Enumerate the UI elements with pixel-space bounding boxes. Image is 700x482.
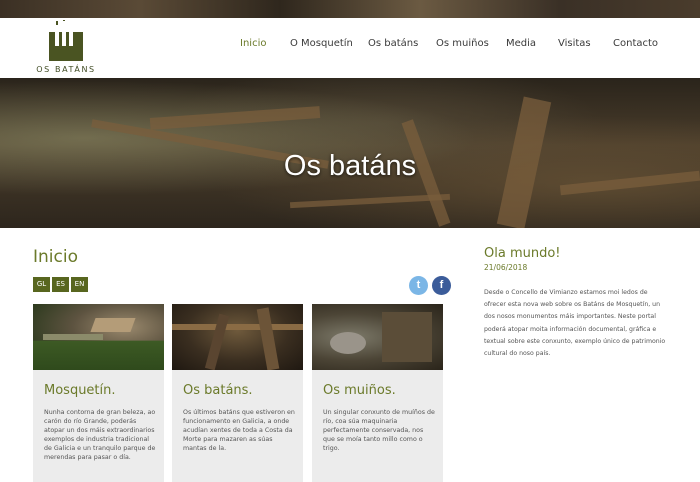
card-image-beam (172, 324, 303, 330)
card-text: Os últimos batáns que estiveron en funci… (183, 409, 295, 452)
page-title: Inicio (33, 247, 78, 267)
lang-button-en[interactable]: EN (71, 277, 88, 292)
lang-button-gl[interactable]: GL (33, 277, 50, 292)
card-text: Nunha contorna de gran beleza, ao carón … (44, 409, 156, 461)
card-title[interactable]: Os batáns. (183, 383, 253, 398)
nav-item-visitas[interactable]: Visitas (558, 38, 591, 49)
sidebar-post-date: 21/06/2018 (484, 263, 528, 272)
card-title[interactable]: Mosquetín. (44, 383, 116, 398)
hero-banner: Os batáns (0, 78, 700, 228)
card-image-millstone (330, 332, 366, 354)
card-image-wall (43, 334, 103, 340)
nav-item-inicio[interactable]: Inicio (240, 38, 266, 49)
nav-item-media[interactable]: Media (506, 38, 536, 49)
card-title[interactable]: Os muiños. (323, 383, 396, 398)
card-text: Un singular conxunto de muíños de río, c… (323, 409, 435, 452)
nav-item-os-batans[interactable]: Os batáns (368, 38, 418, 49)
site-header: OS BATÁNS Inicio O Mosquetín Os batáns O… (0, 18, 700, 78)
facebook-icon[interactable]: f (432, 276, 451, 295)
main-nav: Inicio O Mosquetín Os batáns Os muiños M… (0, 38, 700, 52)
nav-item-contacto[interactable]: Contacto (613, 38, 658, 49)
sidebar-post-text: Desde o Concello de Vimianzo estamos moi… (484, 289, 666, 358)
language-switcher: GL ES EN (33, 277, 90, 295)
card-mosquetin[interactable]: Mosquetín. Nunha contorna de gran beleza… (33, 304, 164, 482)
hero-beam (149, 106, 321, 130)
nav-item-o-mosquetin[interactable]: O Mosquetín (290, 38, 353, 49)
logo-text: OS BATÁNS (36, 65, 96, 74)
hero-beam (289, 193, 451, 209)
sidebar-post-title[interactable]: Ola mundo! (484, 246, 561, 261)
card-os-batans[interactable]: Os batáns. Os últimos batáns que estiver… (172, 304, 303, 482)
lang-button-es[interactable]: ES (52, 277, 69, 292)
nav-item-os-muinos[interactable]: Os muiños (436, 38, 489, 49)
card-image-wall (382, 312, 432, 362)
top-image-strip (0, 0, 700, 18)
hero-title: Os batáns (283, 150, 417, 182)
card-image[interactable] (172, 304, 303, 370)
twitter-icon[interactable]: t (409, 276, 428, 295)
card-image-beam (204, 313, 230, 370)
card-os-muinos[interactable]: Os muiños. Un singular conxunto de muíño… (312, 304, 443, 482)
card-image[interactable] (33, 304, 164, 370)
card-image-roof (90, 318, 136, 332)
card-image[interactable] (312, 304, 443, 370)
card-image-beam (256, 307, 280, 370)
